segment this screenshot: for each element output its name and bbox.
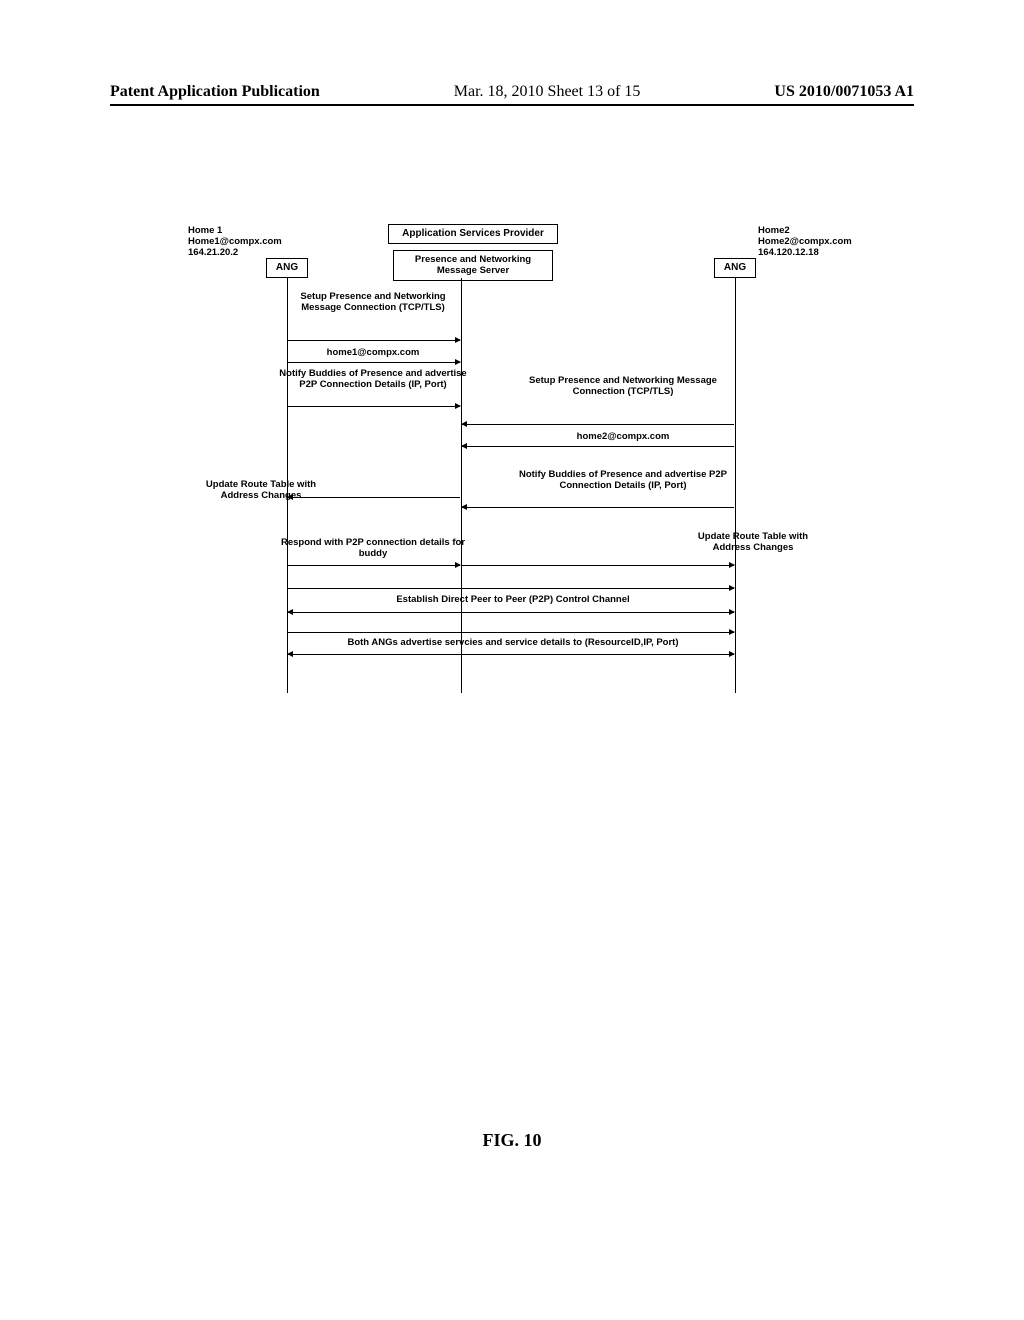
home1-label: Home 1 Home1@compx.com 164.21.20.2 (188, 226, 282, 259)
arrow-m4 (462, 424, 734, 425)
asp-lifeline (461, 278, 462, 693)
msg-both-advertise: Both ANGs advertise servcies and service… (303, 638, 723, 649)
arrow-m8b (462, 565, 734, 566)
msg-respond-p2p: Respond with P2P connection details for … (278, 538, 468, 560)
msg-setup-home1: Setup Presence and Networking Message Co… (288, 292, 458, 314)
header-mid: Mar. 18, 2010 Sheet 13 of 15 (320, 83, 775, 101)
arrow-m1 (288, 340, 460, 341)
sequence-diagram: Home 1 Home1@compx.com 164.21.20.2 ANG A… (188, 220, 848, 700)
msg-establish-p2p: Establish Direct Peer to Peer (P2P) Cont… (328, 595, 698, 606)
arrow-m10-top (288, 588, 734, 589)
home2-ang-box: ANG (714, 258, 756, 278)
arrow-m11 (288, 654, 734, 655)
msg-setup-home2: Setup Presence and Networking Message Co… (518, 376, 728, 398)
page-header: Patent Application Publication Mar. 18, … (110, 83, 914, 106)
header-left: Patent Application Publication (110, 83, 320, 101)
msg-notify-home2: Notify Buddies of Presence and advertise… (508, 470, 738, 492)
msg-update-route-home2: Update Route Table with Address Changes (678, 532, 828, 554)
msg-update-route-home1: Update Route Table with Address Changes (196, 480, 326, 502)
arrow-m8a (288, 565, 460, 566)
arrow-m6a (462, 507, 734, 508)
arrow-m2 (288, 362, 460, 363)
header-right: US 2010/0071053 A1 (774, 83, 914, 101)
asp-sub-box: Presence and Networking Message Server (393, 250, 553, 281)
arrow-m10 (288, 612, 734, 613)
arrow-m11-top (288, 632, 734, 633)
msg-home1-addr: home1@compx.com (288, 348, 458, 359)
arrow-m5 (462, 446, 734, 447)
home1-ang-box: ANG (266, 258, 308, 278)
figure-caption: FIG. 10 (0, 1130, 1024, 1151)
asp-title-box: Application Services Provider (388, 224, 558, 244)
msg-home2-addr: home2@compx.com (518, 432, 728, 443)
home2-label: Home2 Home2@compx.com 164.120.12.18 (758, 226, 852, 259)
arrow-m3 (288, 406, 460, 407)
msg-notify-home1: Notify Buddies of Presence and advertise… (273, 369, 473, 391)
